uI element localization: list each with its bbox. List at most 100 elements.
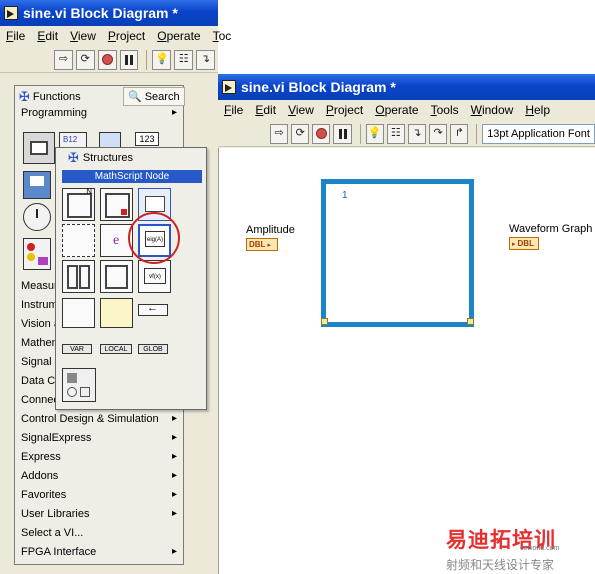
- menu-view[interactable]: View: [64, 29, 102, 43]
- watermark-subtitle: 射频和天线设计专家: [446, 558, 555, 572]
- run-arrow-icon[interactable]: ⇨: [270, 123, 289, 144]
- menu-view[interactable]: View: [282, 103, 320, 117]
- run-arrow-icon[interactable]: ⇨: [54, 49, 73, 70]
- abort-button[interactable]: [312, 123, 331, 144]
- for-loop-icon[interactable]: N: [62, 187, 95, 221]
- highlight-execution-icon[interactable]: 💡: [152, 49, 172, 70]
- back-menubar: File Edit View Project Operate Toc: [0, 26, 231, 46]
- front-window-title: sine.vi Block Diagram *: [241, 79, 396, 95]
- step-out-icon[interactable]: ↱: [450, 123, 469, 144]
- back-window-titlebar[interactable]: sine.vi Block Diagram *: [0, 0, 218, 26]
- watermark-url: ceworld.com: [520, 545, 560, 552]
- amplitude-type: DBL: [249, 240, 266, 249]
- category-signalexpress[interactable]: SignalExpress: [21, 428, 181, 447]
- numeric-icon-label: 123: [139, 134, 155, 144]
- local-variable-icon[interactable]: LOCAL: [100, 344, 132, 354]
- shared-variable-icon[interactable]: VAR: [62, 344, 92, 354]
- file-io-category-icon[interactable]: [23, 171, 51, 199]
- toolbar-separator: [476, 123, 478, 144]
- structures-category-icon[interactable]: [23, 132, 55, 164]
- node-terminal-left[interactable]: [321, 318, 328, 325]
- numeric-category-icon[interactable]: 123: [135, 132, 159, 146]
- category-fpga-interface[interactable]: FPGA Interface: [21, 542, 181, 561]
- tag-label: LOCAL: [104, 345, 128, 353]
- stop-icon: [315, 128, 327, 139]
- structures-palette: ✠ Structures MathScript Node N e eig(A) …: [55, 147, 207, 410]
- menu-operate[interactable]: Operate: [151, 29, 206, 43]
- stop-icon: [101, 54, 113, 65]
- amplitude-label: Amplitude: [246, 224, 295, 236]
- menu-edit[interactable]: Edit: [31, 29, 64, 43]
- decorations-icon[interactable]: [62, 368, 96, 402]
- event-structure-icon[interactable]: vf(x): [138, 260, 171, 293]
- menu-file[interactable]: File: [218, 103, 249, 117]
- step-over-icon[interactable]: ↷: [428, 123, 448, 144]
- category-programming-label: Programming: [21, 106, 88, 119]
- retain-wire-values-icon[interactable]: ☷: [174, 49, 194, 70]
- node-terminal-right[interactable]: [467, 318, 474, 325]
- category-label: Select a VI...: [21, 526, 84, 539]
- structures-palette-header: ✠ Structures: [56, 148, 206, 168]
- graph-type: DBL: [517, 239, 534, 248]
- highlight-execution-icon[interactable]: 💡: [365, 123, 384, 144]
- tag-label: VAR: [70, 345, 84, 353]
- category-label: Favorites: [21, 488, 67, 501]
- while-loop-icon[interactable]: [100, 188, 133, 221]
- mathscript-node[interactable]: 1: [321, 179, 474, 327]
- category-programming[interactable]: Programming: [21, 103, 181, 122]
- category-label: Control Design & Simulation: [21, 412, 159, 425]
- pin-icon[interactable]: ✠: [68, 150, 79, 166]
- line-number: 1: [342, 190, 348, 201]
- menu-help[interactable]: Help: [519, 103, 556, 117]
- block-diagram-canvas[interactable]: 1 Amplitude DBL ▸ Waveform Graph ▸ DBL: [218, 148, 595, 574]
- step-into-icon[interactable]: ↴: [196, 49, 215, 70]
- amplitude-control-terminal[interactable]: DBL ▸: [246, 238, 278, 251]
- global-variable-icon[interactable]: GLOB: [138, 344, 168, 354]
- menu-file[interactable]: File: [0, 29, 31, 43]
- menu-project[interactable]: Project: [320, 103, 369, 117]
- category-label: Connec: [21, 393, 59, 406]
- dialog-category-icon[interactable]: [23, 238, 51, 270]
- front-toolbar: ⇨ ⟳ 💡 ☷ ↴ ↷ ↱ 13pt Application Font: [218, 121, 595, 147]
- retain-wire-values-icon[interactable]: ☷: [386, 123, 405, 144]
- tag-label: GLOB: [143, 345, 163, 353]
- search-icon: 🔍: [128, 91, 142, 103]
- timing-category-icon[interactable]: [23, 203, 51, 231]
- feedback-node-icon[interactable]: ←: [138, 302, 168, 316]
- front-window-titlebar[interactable]: sine.vi Block Diagram *: [218, 74, 595, 100]
- menu-edit[interactable]: Edit: [249, 103, 282, 117]
- menu-tools[interactable]: Toc: [207, 29, 238, 43]
- category-label: Instrum: [21, 298, 58, 311]
- step-into-icon[interactable]: ↴: [407, 123, 426, 144]
- category-addons[interactable]: Addons: [21, 466, 181, 485]
- labview-icon: [4, 6, 18, 20]
- in-place-element-icon[interactable]: [100, 298, 133, 328]
- menu-operate[interactable]: Operate: [369, 103, 424, 117]
- pause-button[interactable]: [333, 123, 352, 144]
- structures-palette-title: Structures: [82, 152, 134, 164]
- abort-button[interactable]: [97, 49, 117, 70]
- stacked-sequence-icon[interactable]: [100, 260, 133, 293]
- flat-sequence-icon[interactable]: [62, 260, 95, 293]
- run-continuously-icon[interactable]: ⟳: [291, 123, 310, 144]
- category-favorites[interactable]: Favorites: [21, 485, 181, 504]
- formula-node-label: e: [113, 233, 120, 248]
- pause-button[interactable]: [119, 49, 139, 70]
- run-continuously-icon[interactable]: ⟳: [75, 49, 95, 70]
- labview-icon: [222, 80, 236, 94]
- select-a-vi-item[interactable]: Select a VI...: [21, 523, 181, 542]
- category-express[interactable]: Express: [21, 447, 181, 466]
- category-label: Measur: [21, 279, 58, 292]
- category-control-design[interactable]: Control Design & Simulation: [21, 409, 181, 428]
- category-label: FPGA Interface: [21, 545, 97, 558]
- waveform-graph-terminal[interactable]: ▸ DBL: [509, 237, 539, 250]
- case-structure-icon[interactable]: [62, 298, 95, 328]
- menu-project[interactable]: Project: [102, 29, 151, 43]
- front-window: sine.vi Block Diagram * File Edit View P…: [218, 74, 595, 148]
- category-user-libraries[interactable]: User Libraries: [21, 504, 181, 523]
- highlight-circle: [128, 212, 180, 264]
- font-select[interactable]: 13pt Application Font: [482, 123, 595, 144]
- diagram-disable-icon[interactable]: [62, 224, 95, 257]
- menu-tools[interactable]: Tools: [425, 103, 465, 117]
- menu-window[interactable]: Window: [465, 103, 520, 117]
